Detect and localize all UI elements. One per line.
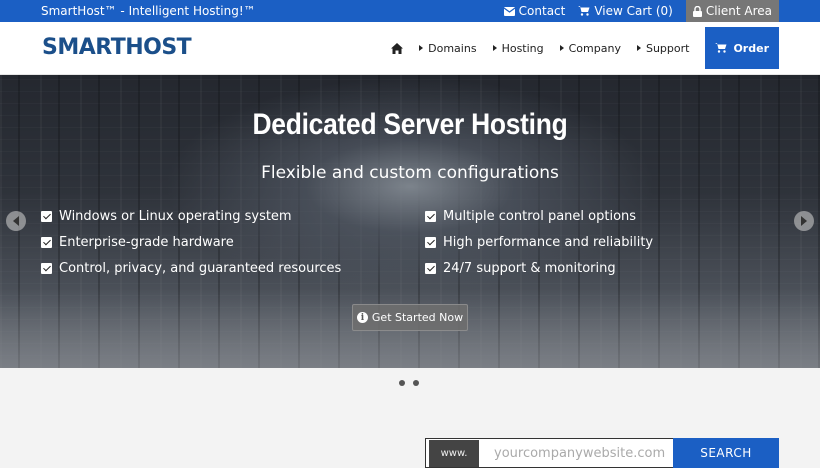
domain-search-input[interactable]: yourcompanywebsite.com (482, 438, 673, 468)
checkbox-icon (41, 210, 52, 222)
client-area-link[interactable]: Client Area (685, 0, 779, 22)
checkbox-icon (425, 262, 436, 274)
www-prefix-label: www. (428, 439, 480, 467)
feature-text: Enterprise-grade hardware (59, 234, 234, 250)
nav-hosting-label: Hosting (501, 41, 544, 55)
client-area-label: Client Area (705, 4, 772, 18)
feature-item: Windows or Linux operating system (41, 208, 341, 224)
hero-slider: Dedicated Server Hosting Flexible and cu… (0, 75, 820, 368)
main-nav: Domains Hosting Company Support Order (391, 22, 779, 75)
slider-dot[interactable] (413, 380, 419, 386)
cart-icon (578, 6, 590, 16)
slider-dot[interactable] (399, 380, 405, 386)
top-links: Contact View Cart (0) Client Area (503, 0, 820, 22)
caret-right-icon (559, 45, 564, 51)
site-header: SMARTHOST Domains Hosting Company Suppor… (0, 22, 820, 75)
nav-company-label: Company (568, 41, 621, 55)
feature-item: Multiple control panel options (425, 208, 653, 224)
feature-list-left: Windows or Linux operating system Enterp… (41, 208, 341, 276)
order-button[interactable]: Order (705, 27, 779, 69)
checkbox-icon (425, 236, 436, 248)
feature-text: High performance and reliability (443, 234, 654, 250)
caret-right-icon (636, 45, 641, 51)
checkbox-icon (425, 210, 436, 222)
search-button[interactable]: SEARCH (673, 438, 779, 468)
chevron-left-icon (13, 216, 19, 226)
feature-item: Control, privacy, and guaranteed resourc… (41, 260, 341, 276)
feature-item: Enterprise-grade hardware (41, 234, 341, 250)
slider-pagination (399, 380, 419, 386)
lock-icon (692, 5, 702, 17)
feature-text: Control, privacy, and guaranteed resourc… (59, 260, 342, 276)
nav-home[interactable] (391, 42, 404, 54)
logo[interactable]: SMARTHOST (42, 37, 192, 59)
feature-item: High performance and reliability (425, 234, 653, 250)
info-icon: i (356, 312, 368, 323)
www-prefix: www. (425, 438, 482, 468)
feature-text: 24/7 support & monitoring (443, 260, 616, 276)
domain-search-form: www. yourcompanywebsite.com SEARCH (425, 438, 779, 468)
nav-domains[interactable]: Domains (419, 41, 477, 55)
slider-prev-button[interactable] (6, 211, 26, 231)
slider-next-button[interactable] (794, 211, 814, 231)
feature-text: Windows or Linux operating system (59, 208, 292, 224)
caret-right-icon (419, 45, 424, 51)
nav-support[interactable]: Support (636, 41, 690, 55)
home-icon (391, 42, 404, 54)
cart-label: View Cart (0) (594, 4, 673, 18)
envelope-icon (503, 6, 515, 16)
get-started-label: Get Started Now (371, 311, 464, 324)
feature-list-right: Multiple control panel options High perf… (425, 208, 653, 276)
caret-right-icon (492, 45, 497, 51)
get-started-button[interactable]: i Get Started Now (352, 304, 468, 331)
order-label: Order (733, 41, 769, 55)
top-bar: SmartHost™ - Intelligent Hosting!™ Conta… (0, 0, 820, 22)
cart-icon (715, 43, 727, 53)
nav-hosting[interactable]: Hosting (492, 41, 544, 55)
checkbox-icon (41, 262, 52, 274)
feature-item: 24/7 support & monitoring (425, 260, 653, 276)
contact-label: Contact (518, 4, 566, 18)
nav-domains-label: Domains (428, 41, 477, 55)
checkbox-icon (41, 236, 52, 248)
nav-company[interactable]: Company (559, 41, 621, 55)
hero-subtitle: Flexible and custom configurations (261, 163, 559, 183)
nav-support-label: Support (645, 41, 690, 55)
feature-text: Multiple control panel options (443, 208, 637, 224)
tagline: SmartHost™ - Intelligent Hosting!™ (41, 4, 256, 18)
view-cart-link[interactable]: View Cart (0) (578, 4, 673, 18)
hero-title: Dedicated Server Hosting (252, 108, 568, 141)
contact-link[interactable]: Contact (503, 4, 566, 18)
chevron-right-icon (801, 216, 807, 226)
